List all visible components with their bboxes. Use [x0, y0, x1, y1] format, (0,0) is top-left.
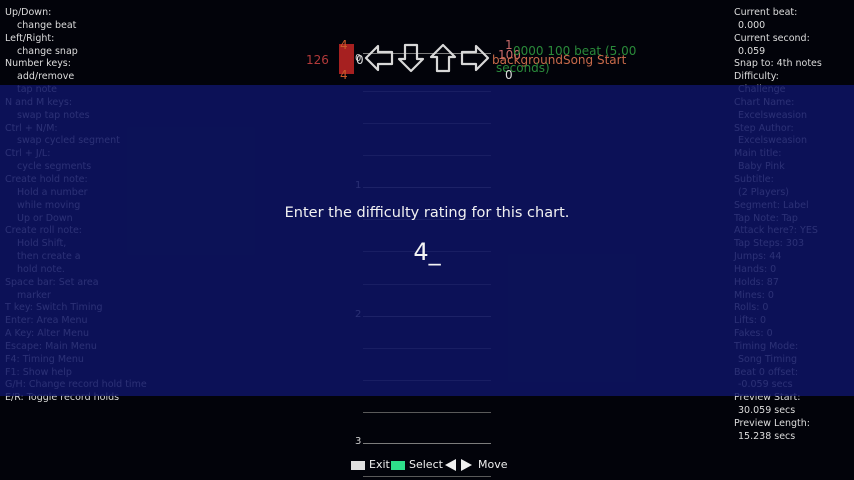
- info-line: Snap to: 4th notes: [734, 58, 822, 70]
- left-arrow-receptor-icon: [364, 44, 394, 72]
- select-button[interactable]: Select: [409, 458, 443, 471]
- beat-line: [363, 412, 491, 413]
- help-line: add/remove: [17, 71, 75, 83]
- info-line: 15.238 secs: [738, 430, 796, 442]
- exit-key-icon: [351, 461, 365, 470]
- move-button[interactable]: Move: [478, 458, 508, 471]
- info-line: 0.059: [738, 45, 766, 57]
- speed-value-right: 0: [505, 68, 513, 82]
- info-line: Current second:: [734, 32, 810, 44]
- help-line: Up/Down:: [5, 7, 52, 18]
- up-arrow-receptor-icon: [429, 43, 457, 73]
- beat-line: [363, 476, 491, 477]
- beat-number: 3: [355, 436, 362, 447]
- select-key-icon: [391, 461, 405, 470]
- beat-line: [363, 443, 491, 444]
- help-line: Number keys:: [5, 58, 71, 70]
- help-line: Left/Right:: [5, 32, 55, 44]
- help-line: change snap: [17, 45, 78, 57]
- right-arrow-receptor-icon: [460, 44, 490, 72]
- left-triangle-icon: [445, 459, 456, 471]
- receptor-row: [363, 42, 491, 78]
- info-line: 30.059 secs: [738, 405, 796, 417]
- stop-value-bottom: 4: [340, 68, 348, 82]
- info-line: Difficulty:: [734, 71, 779, 83]
- info-line: Current beat:: [734, 7, 798, 18]
- difficulty-prompt: Enter the difficulty rating for this cha…: [284, 205, 570, 221]
- difficulty-input[interactable]: 4_: [0, 238, 854, 266]
- info-line: 0.000: [738, 19, 766, 31]
- stop-value: 4: [340, 38, 348, 52]
- footer-bar: Exit Select Move: [0, 457, 854, 473]
- help-line: change beat: [17, 19, 77, 31]
- bpm-value: 126: [306, 53, 329, 67]
- right-triangle-icon: [461, 459, 472, 471]
- down-arrow-receptor-icon: [397, 43, 425, 73]
- exit-button[interactable]: Exit: [369, 458, 390, 471]
- info-line: Preview Length:: [734, 418, 810, 429]
